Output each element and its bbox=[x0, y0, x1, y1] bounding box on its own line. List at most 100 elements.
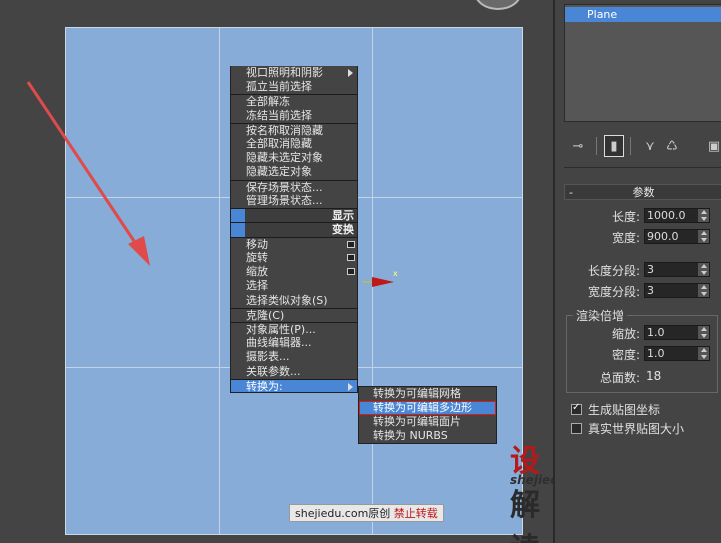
menu-item-viewport-lighting[interactable]: 视口照明和阴影 bbox=[230, 66, 358, 81]
width-segs-input[interactable] bbox=[645, 284, 698, 297]
quad-color-swatch bbox=[231, 223, 245, 237]
watermark-footer-site: shejiedu.com原创 bbox=[295, 507, 391, 520]
perspective-viewport[interactable]: x 视口照明和阴影 孤立当前选择 全部解冻 冻结当前选择 按名称取消隐藏 全部取… bbox=[0, 0, 553, 543]
length-spinner[interactable] bbox=[644, 208, 710, 223]
menu-item-label: 缩放 bbox=[246, 265, 268, 279]
real-world-label: 真实世界贴图大小 bbox=[588, 422, 685, 436]
viewcube-icon[interactable] bbox=[474, 0, 522, 10]
width-segs-spinner[interactable] bbox=[644, 283, 710, 298]
menu-item-select[interactable]: 选择 bbox=[230, 279, 358, 294]
width-spinner[interactable] bbox=[644, 229, 710, 244]
menu-item-convert-nurbs[interactable]: 转换为 NURBS bbox=[359, 429, 496, 443]
collapse-icon: - bbox=[569, 186, 573, 199]
menu-item-freeze-selection[interactable]: 冻结当前选择 bbox=[230, 108, 358, 123]
convert-to-submenu: 转换为可编辑网格 转换为可编辑多边形 转换为可编辑面片 转换为 NURBS bbox=[358, 386, 497, 444]
menu-item-unhide-by-name[interactable]: 按名称取消隐藏 bbox=[230, 122, 358, 137]
gen-mapping-checkbox[interactable] bbox=[571, 402, 582, 415]
total-faces-value: 18 bbox=[646, 369, 662, 383]
menu-item-convert-editable-poly[interactable]: 转换为可编辑多边形 bbox=[359, 401, 496, 415]
quad-header-display: 显示 bbox=[230, 207, 358, 223]
pin-stack-icon[interactable]: ⊸ bbox=[568, 135, 588, 157]
spinner-arrows-icon[interactable] bbox=[698, 230, 709, 243]
toolbar-divider bbox=[630, 137, 631, 155]
watermark-url: shejiedu.com bbox=[510, 473, 553, 487]
length-input[interactable] bbox=[645, 209, 698, 222]
watermark-footer-warning: 禁止转载 bbox=[393, 507, 438, 520]
real-world-checkbox[interactable] bbox=[571, 423, 582, 434]
scale-input[interactable] bbox=[645, 326, 698, 339]
spinner-arrows-icon[interactable] bbox=[698, 263, 709, 276]
menu-item-convert-editable-mesh[interactable]: 转换为可编辑网格 bbox=[359, 387, 496, 401]
quad-header-label: 显示 bbox=[332, 208, 354, 222]
width-label: 宽度: bbox=[611, 231, 640, 245]
menu-item-object-properties[interactable]: 对象属性(P)... bbox=[230, 322, 358, 337]
menu-item-isolate-selection[interactable]: 孤立当前选择 bbox=[230, 80, 358, 95]
watermark-logo: 设解读 bbox=[510, 436, 553, 543]
quad-menu: 视口照明和阴影 孤立当前选择 全部解冻 冻结当前选择 按名称取消隐藏 全部取消隐… bbox=[230, 66, 358, 393]
menu-item-scale[interactable]: 缩放 bbox=[230, 265, 358, 280]
menu-item-label: 转换为: bbox=[246, 379, 283, 393]
panel-divider bbox=[564, 167, 721, 168]
menu-item-wire-parameters[interactable]: 关联参数... bbox=[230, 364, 358, 379]
watermark-footer: shejiedu.com原创 禁止转载 bbox=[289, 504, 444, 522]
menu-item-unhide-all[interactable]: 全部取消隐藏 bbox=[230, 136, 358, 152]
menu-item-dope-sheet[interactable]: 摄影表... bbox=[230, 350, 358, 365]
real-world-checkbox-row[interactable]: 真实世界贴图大小 bbox=[571, 420, 684, 437]
spinner-arrows-icon[interactable] bbox=[698, 284, 709, 297]
menu-item-curve-editor[interactable]: 曲线编辑器... bbox=[230, 336, 358, 351]
toolbar-divider bbox=[596, 137, 597, 155]
scale-spinner[interactable] bbox=[644, 325, 710, 340]
rollout-title: 参数 bbox=[632, 186, 655, 199]
menu-item-manage-scene-states[interactable]: 管理场景状态... bbox=[230, 193, 358, 208]
spinner-arrows-icon[interactable] bbox=[698, 347, 709, 360]
parameters-rollout-header[interactable]: - 参数 bbox=[564, 184, 721, 200]
menu-item-save-scene-state[interactable]: 保存场景状态... bbox=[230, 179, 358, 194]
move-gizmo-x-arrow-icon[interactable]: x bbox=[362, 268, 402, 292]
gizmo-axis-label: x bbox=[393, 269, 398, 278]
length-segs-spinner[interactable] bbox=[644, 262, 710, 277]
width-input[interactable] bbox=[645, 230, 698, 243]
stack-toolbar: ⊸ ▮ ⋎ ♺ ▣ bbox=[564, 135, 721, 159]
stack-item-plane[interactable]: Plane bbox=[565, 7, 721, 22]
spinner-arrows-icon[interactable] bbox=[698, 326, 709, 339]
width-segs-label: 宽度分段: bbox=[587, 285, 640, 299]
remove-modifier-icon[interactable]: ♺ bbox=[662, 135, 682, 157]
density-label: 密度: bbox=[611, 348, 640, 362]
show-end-result-icon[interactable]: ▮ bbox=[604, 135, 624, 157]
menu-item-label: 移动 bbox=[246, 237, 268, 251]
render-multipliers-title: 渲染倍增 bbox=[573, 307, 628, 324]
menu-item-unfreeze-all[interactable]: 全部解冻 bbox=[230, 94, 358, 109]
menu-item-select-similar[interactable]: 选择类似对象(S) bbox=[230, 293, 358, 308]
modifier-stack-list[interactable]: Plane bbox=[564, 4, 721, 122]
menu-item-rotate[interactable]: 旋转 bbox=[230, 251, 358, 266]
total-faces-label: 总面数: bbox=[599, 371, 640, 385]
gen-mapping-label: 生成贴图坐标 bbox=[588, 403, 661, 417]
menu-item-convert-to[interactable]: 转换为: bbox=[230, 378, 358, 393]
quad-header-label: 变换 bbox=[332, 223, 354, 237]
make-unique-icon[interactable]: ⋎ bbox=[640, 135, 660, 157]
menu-item-label: 视口照明和阴影 bbox=[246, 66, 323, 79]
spinner-arrows-icon[interactable] bbox=[698, 209, 709, 222]
watermark-logo-rest: 解读 bbox=[510, 488, 541, 543]
length-segs-input[interactable] bbox=[645, 263, 698, 276]
submenu-arrow-icon bbox=[348, 69, 353, 77]
menu-item-clone[interactable]: 克隆(C) bbox=[230, 307, 358, 322]
menu-item-hide-selection[interactable]: 隐藏选定对象 bbox=[230, 165, 358, 180]
plane-grid-line bbox=[219, 28, 220, 534]
density-input[interactable] bbox=[645, 347, 698, 360]
length-segs-label: 长度分段: bbox=[587, 264, 640, 278]
gen-mapping-checkbox-row[interactable]: 生成贴图坐标 bbox=[571, 401, 660, 418]
menu-item-move[interactable]: 移动 bbox=[230, 236, 358, 252]
quad-color-swatch bbox=[231, 208, 245, 223]
quad-header-transform: 变换 bbox=[230, 222, 358, 237]
scale-label: 缩放: bbox=[611, 327, 640, 341]
menu-item-label: 旋转 bbox=[246, 251, 268, 265]
settings-box-icon[interactable] bbox=[347, 240, 355, 248]
submenu-arrow-icon bbox=[348, 382, 353, 391]
menu-item-hide-unselected[interactable]: 隐藏未选定对象 bbox=[230, 151, 358, 166]
configure-modifier-sets-icon[interactable]: ▣ bbox=[704, 135, 721, 157]
settings-box-icon[interactable] bbox=[347, 268, 355, 276]
settings-box-icon[interactable] bbox=[347, 254, 355, 262]
menu-item-convert-editable-patch[interactable]: 转换为可编辑面片 bbox=[359, 415, 496, 429]
density-spinner[interactable] bbox=[644, 346, 710, 361]
